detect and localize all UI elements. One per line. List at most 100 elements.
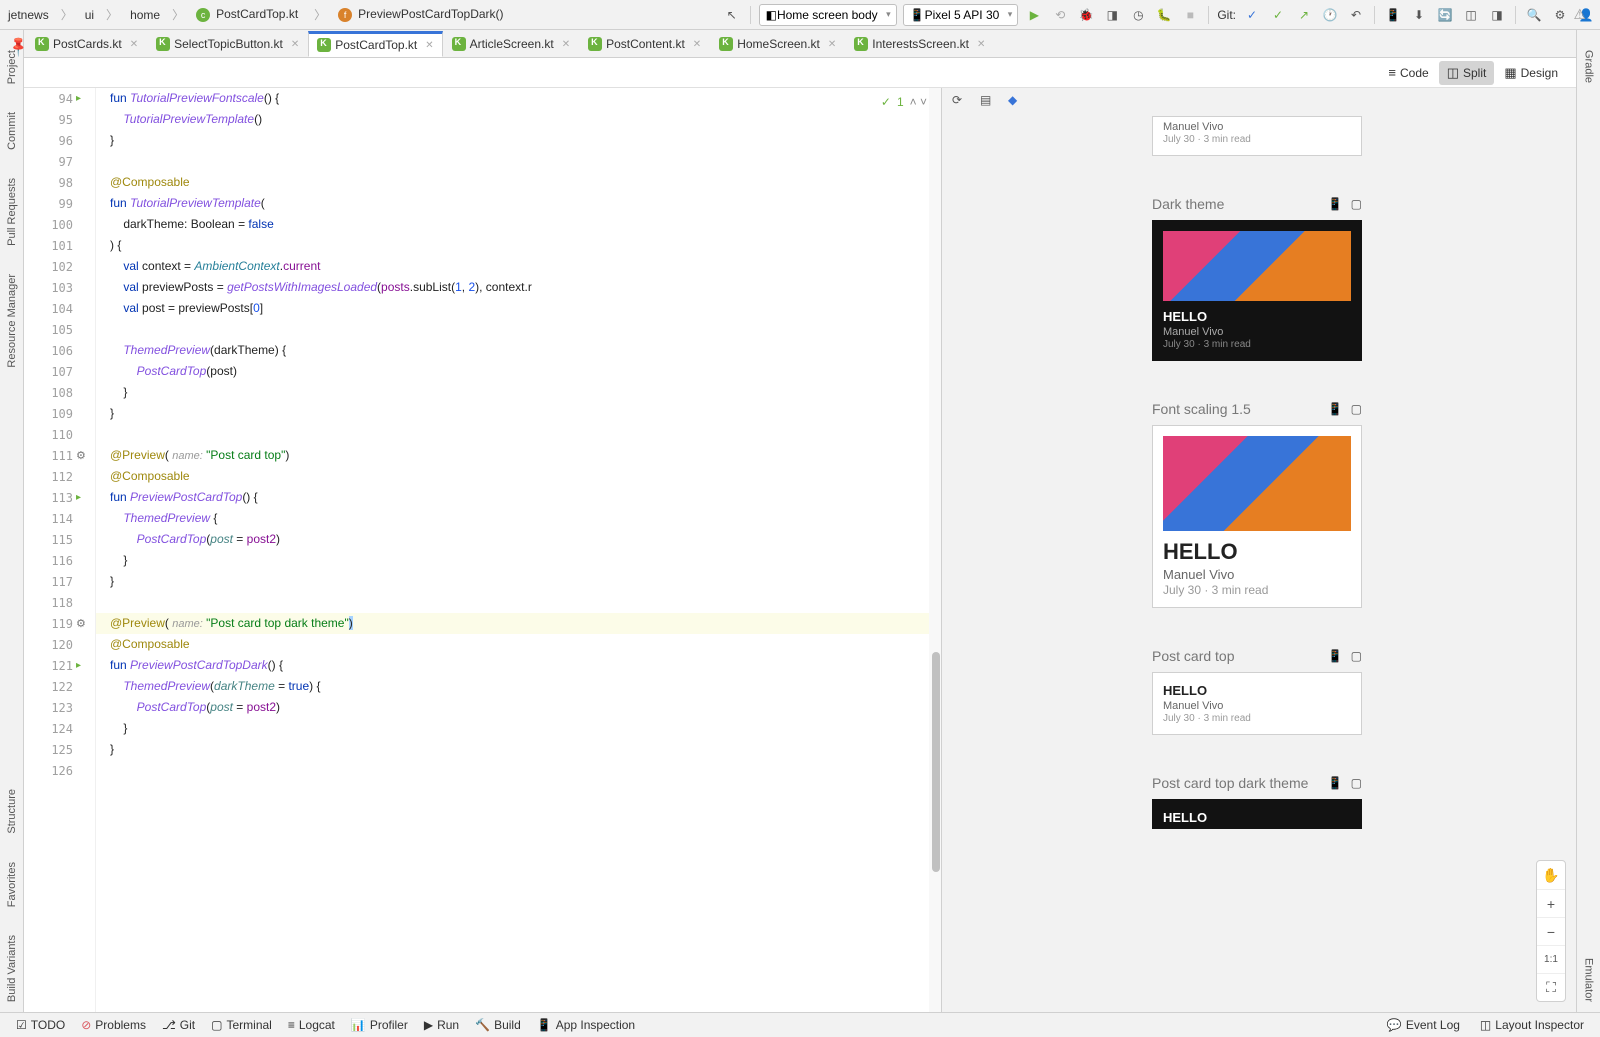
code-line[interactable]: val post = previewPosts[0] (96, 298, 941, 319)
line-number[interactable]: 122 (24, 676, 95, 697)
pan-icon[interactable]: ✋ (1537, 861, 1565, 889)
close-icon[interactable]: ✕ (977, 39, 985, 50)
close-icon[interactable]: ✕ (425, 40, 433, 51)
problems-indicator[interactable]: ✓ 1 ˄ ˅ (881, 92, 927, 113)
preview-card[interactable]: HELLOManuel VivoJuly 30 · 3 min read (1152, 425, 1362, 608)
code-line[interactable]: PostCardTop(post) (96, 361, 941, 382)
code-line[interactable]: ThemedPreview { (96, 508, 941, 529)
sync-icon[interactable]: 🔄 (1435, 5, 1455, 25)
code-line[interactable]: TutorialPreviewTemplate() (96, 109, 941, 130)
breadcrumb-item[interactable]: jetnews (4, 7, 53, 23)
line-number[interactable]: 109 (24, 403, 95, 424)
close-icon[interactable]: ✕ (828, 39, 836, 50)
code-line[interactable]: val previewPosts = getPostsWithImagesLoa… (96, 277, 941, 298)
line-number[interactable]: 125 (24, 739, 95, 760)
line-number[interactable]: 97 (24, 151, 95, 172)
tool-gradle[interactable]: Gradle (1581, 40, 1597, 93)
animation-icon[interactable]: ▢ (1351, 402, 1362, 416)
line-number[interactable]: 112 (24, 466, 95, 487)
run-config-combo[interactable]: ◧ Home screen body (759, 4, 897, 26)
line-number[interactable]: 104 (24, 298, 95, 319)
code-line[interactable]: PostCardTop(post = post2) (96, 697, 941, 718)
line-number[interactable]: 117 (24, 571, 95, 592)
settings-icon[interactable]: ⚙ (1550, 5, 1570, 25)
tool-event-log[interactable]: 💬 Event Log (1379, 1018, 1468, 1032)
git-revert-icon[interactable]: ↶ (1346, 5, 1366, 25)
close-icon[interactable]: ✕ (291, 39, 299, 50)
line-number[interactable]: 107 (24, 361, 95, 382)
line-number[interactable]: 103 (24, 277, 95, 298)
animation-icon[interactable]: ▢ (1351, 776, 1362, 790)
git-commit-icon[interactable]: ✓ (1268, 5, 1288, 25)
close-icon[interactable]: ✕ (130, 39, 138, 50)
deploy-icon[interactable]: 📱 (1328, 776, 1343, 790)
file-tab[interactable]: InterestsScreen.kt✕ (845, 31, 994, 57)
preview-item[interactable]: Dark theme📱▢HELLOManuel VivoJuly 30 · 3 … (1152, 196, 1362, 361)
tool-git[interactable]: ⎇ Git (154, 1018, 203, 1032)
interaction-icon[interactable]: ▤ (980, 93, 998, 111)
breadcrumb[interactable]: jetnews〉 ui〉 home〉 cPostCardTop.kt〉 fPre… (4, 5, 512, 24)
zoom-fit-icon[interactable]: ⛶ (1537, 973, 1565, 1001)
code-line[interactable]: val context = AmbientContext.current (96, 256, 941, 277)
refresh-icon[interactable]: ⟳ (952, 93, 970, 111)
line-number[interactable]: 108 (24, 382, 95, 403)
code-line[interactable] (96, 151, 941, 172)
tool-pull-requests[interactable]: Pull Requests (4, 168, 20, 256)
line-number[interactable]: 111⚙ (24, 445, 95, 466)
code-line[interactable]: } (96, 718, 941, 739)
tool-emulator[interactable]: Emulator (1581, 948, 1597, 1012)
preview-item[interactable]: Post card top dark theme📱▢HELLO (1152, 775, 1362, 829)
code-line[interactable]: ) { (96, 235, 941, 256)
tool-layout-inspector[interactable]: ◫ Layout Inspector (1472, 1018, 1592, 1032)
avd-icon[interactable]: 📱 (1383, 5, 1403, 25)
code-line[interactable]: } (96, 571, 941, 592)
resource-icon[interactable]: ◨ (1487, 5, 1507, 25)
zoom-reset-button[interactable]: 1:1 (1537, 945, 1565, 973)
line-number[interactable]: 100 (24, 214, 95, 235)
close-icon[interactable]: ✕ (693, 39, 701, 50)
breadcrumb-item[interactable]: home (126, 7, 164, 23)
tool-profiler[interactable]: 📊 Profiler (343, 1018, 416, 1032)
code-line[interactable] (96, 319, 941, 340)
tool-run[interactable]: ▶ Run (416, 1018, 467, 1032)
view-split-button[interactable]: ◫ Split (1439, 61, 1495, 85)
line-number[interactable]: 114 (24, 508, 95, 529)
code-line[interactable]: } (96, 403, 941, 424)
code-editor[interactable]: 94▸9596979899100101102103104105106107108… (24, 88, 941, 1012)
code-line[interactable]: @Composable (96, 634, 941, 655)
code-line[interactable]: } (96, 130, 941, 151)
code-line[interactable]: fun PreviewPostCardTopDark() { (96, 655, 941, 676)
zoom-in-icon[interactable]: + (1537, 889, 1565, 917)
device-combo[interactable]: 📱 Pixel 5 API 30 (903, 4, 1019, 26)
code-line[interactable]: } (96, 550, 941, 571)
run-gutter-icon[interactable]: ▸ (76, 93, 81, 104)
scrollbar[interactable] (929, 88, 941, 1012)
code-area[interactable]: ✓ 1 ˄ ˅ fun TutorialPreviewFontscale() {… (96, 88, 941, 1012)
breadcrumb-item[interactable]: ui (81, 7, 98, 23)
preview-card[interactable]: HELLOManuel VivoJuly 30 · 3 min read (1152, 672, 1362, 735)
file-tab[interactable]: SelectTopicButton.kt✕ (147, 31, 308, 57)
tool-terminal[interactable]: ▢ Terminal (203, 1018, 280, 1032)
code-line[interactable]: fun PreviewPostCardTop() { (96, 487, 941, 508)
line-number[interactable]: 113▸ (24, 487, 95, 508)
line-number[interactable]: 102 (24, 256, 95, 277)
coverage-icon[interactable]: ◨ (1102, 5, 1122, 25)
line-number[interactable]: 95 (24, 109, 95, 130)
line-number[interactable]: 94▸ (24, 88, 95, 109)
code-line[interactable]: PostCardTop(post = post2) (96, 529, 941, 550)
view-code-button[interactable]: ≡ Code (1380, 61, 1436, 85)
git-history-icon[interactable]: 🕐 (1320, 5, 1340, 25)
profile-icon[interactable]: ◷ (1128, 5, 1148, 25)
preview-item[interactable]: Post card top📱▢HELLOManuel VivoJuly 30 ·… (1152, 648, 1362, 735)
line-number[interactable]: 101 (24, 235, 95, 256)
zoom-out-icon[interactable]: − (1537, 917, 1565, 945)
tool-commit[interactable]: Commit (4, 102, 20, 160)
file-tab[interactable]: PostCards.kt✕ (26, 31, 147, 57)
line-number[interactable]: 98 (24, 172, 95, 193)
tool-todo[interactable]: ☑ TODO (8, 1018, 73, 1032)
code-line[interactable]: } (96, 382, 941, 403)
line-number[interactable]: 121▸ (24, 655, 95, 676)
code-line[interactable]: @Preview( name: "Post card top") (96, 445, 941, 466)
tool-build-variants[interactable]: Build Variants (4, 925, 20, 1012)
preview-card[interactable]: HELLOManuel VivoJuly 30 · 3 min read (1152, 220, 1362, 361)
